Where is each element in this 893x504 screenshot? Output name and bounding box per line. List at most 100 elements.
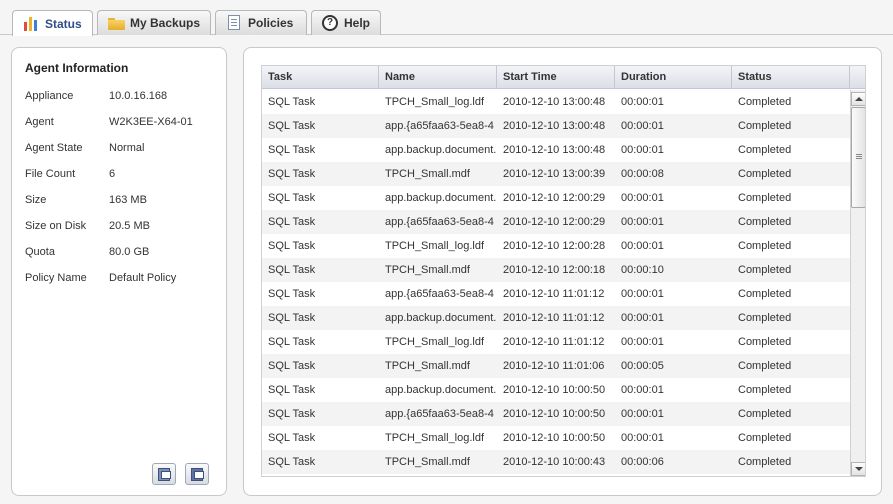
scroll-up-button[interactable] <box>851 92 865 106</box>
properties-button[interactable] <box>185 463 209 485</box>
cell-start-time: 2010-12-10 11:01:12 <box>503 336 605 348</box>
cell-task: SQL Task <box>268 408 316 420</box>
cell-status: Completed <box>738 456 792 468</box>
cell-task: SQL Task <box>268 312 316 324</box>
document-icon <box>226 15 242 31</box>
help-icon: ? <box>322 15 338 31</box>
table-row[interactable]: SQL Task app.backup.document. 2010-12-10 1… <box>262 186 850 210</box>
column-header-task[interactable]: Task <box>262 66 379 89</box>
cell-name: app.backup.document. <box>385 384 497 396</box>
column-header-start-time[interactable]: Start Time <box>497 66 615 89</box>
column-header-duration[interactable]: Duration <box>615 66 732 89</box>
table-row[interactable]: SQL Task TPCH_Small.mdf 2010-12-10 11:01:0… <box>262 354 850 378</box>
tab-help[interactable]: ? Help <box>311 10 381 35</box>
cell-start-time: 2010-12-10 10:00:43 <box>503 456 606 468</box>
cell-status: Completed <box>738 240 792 252</box>
cell-status: Completed <box>738 312 792 324</box>
cell-duration: 00:00:10 <box>621 264 664 276</box>
agent-info-value: 163 MB <box>109 194 147 206</box>
table-row[interactable]: SQL Task app.{a65faa63-5ea8-4 2010-12-10 1… <box>262 282 850 306</box>
cell-status: Completed <box>738 168 792 180</box>
cell-status: Completed <box>738 192 792 204</box>
cell-name: app.{a65faa63-5ea8-4 <box>385 216 494 228</box>
table-row[interactable]: SQL Task TPCH_Small.mdf 2010-12-10 12:00:1… <box>262 258 850 282</box>
tab-help-label: Help <box>344 16 371 30</box>
cell-name: app.{a65faa63-5ea8-4 <box>385 408 494 420</box>
agent-info-label: Appliance <box>25 90 74 102</box>
cell-name: app.backup.document. <box>385 312 497 324</box>
cell-duration: 00:00:01 <box>621 432 664 444</box>
cell-task: SQL Task <box>268 192 316 204</box>
cell-name: TPCH_Small_log.ldf <box>385 240 485 252</box>
cell-name: app.{a65faa63-5ea8-4 <box>385 288 494 300</box>
cell-task: SQL Task <box>268 120 316 132</box>
agent-info-value: 10.0.16.168 <box>109 90 168 102</box>
cell-name: TPCH_Small_log.ldf <box>385 432 485 444</box>
agent-info-value: W2K3EE-X64-01 <box>109 116 193 128</box>
cell-start-time: 2010-12-10 10:00:50 <box>503 408 606 420</box>
cell-name: app.backup.document. <box>385 192 497 204</box>
cell-status: Completed <box>738 408 792 420</box>
table-row[interactable]: SQL Task app.{a65faa63-5ea8-4 2010-12-10 1… <box>262 402 850 426</box>
agent-info-value: 20.5 MB <box>109 220 150 232</box>
cell-start-time: 2010-12-10 12:00:18 <box>503 264 606 276</box>
cell-duration: 00:00:01 <box>621 240 664 252</box>
cell-task: SQL Task <box>268 144 316 156</box>
agent-info-value: 80.0 GB <box>109 246 150 258</box>
agent-info-label: Quota <box>25 246 55 258</box>
table-row[interactable]: SQL Task TPCH_Small_log.ldf 2010-12-10 11:… <box>262 330 850 354</box>
cell-duration: 00:00:01 <box>621 144 664 156</box>
agent-info-label: Size <box>25 194 47 206</box>
cell-duration: 00:00:01 <box>621 120 664 132</box>
cell-duration: 00:00:06 <box>621 456 664 468</box>
cell-status: Completed <box>738 360 792 372</box>
cell-start-time: 2010-12-10 10:00:50 <box>503 432 606 444</box>
agent-info-label: Agent <box>25 116 54 128</box>
cell-duration: 00:00:01 <box>621 336 664 348</box>
cell-task: SQL Task <box>268 96 316 108</box>
task-history-panel: Task Name Start Time Duration Status SQL… <box>243 47 882 496</box>
cell-duration: 00:00:01 <box>621 408 664 420</box>
table-row[interactable]: SQL Task TPCH_Small.mdf 2010-12-10 13:00:3… <box>262 162 850 186</box>
cell-start-time: 2010-12-10 11:01:12 <box>503 312 605 324</box>
cell-task: SQL Task <box>268 216 316 228</box>
agent-info-value: Default Policy <box>109 272 177 284</box>
table-row[interactable]: SQL Task app.{a65faa63-5ea8-4 2010-12-10 1… <box>262 210 850 234</box>
cell-duration: 00:00:08 <box>621 168 664 180</box>
agent-info-label: Policy Name <box>25 272 87 284</box>
table-row[interactable]: SQL Task app.{a65faa63-5ea8-4 2010-12-10 1… <box>262 114 850 138</box>
grid-header: Task Name Start Time Duration Status <box>262 66 865 89</box>
scroll-down-button[interactable] <box>851 462 865 476</box>
cell-status: Completed <box>738 336 792 348</box>
tab-status[interactable]: Status <box>12 10 93 36</box>
tab-policies[interactable]: Policies <box>215 10 307 35</box>
cell-start-time: 2010-12-10 11:01:06 <box>503 360 605 372</box>
cell-status: Completed <box>738 216 792 228</box>
cell-start-time: 2010-12-10 12:00:28 <box>503 240 606 252</box>
table-row[interactable]: SQL Task app.backup.document. 2010-12-10 1… <box>262 138 850 162</box>
cell-task: SQL Task <box>268 240 316 252</box>
table-row[interactable]: SQL Task TPCH_Small_log.ldf 2010-12-10 12:… <box>262 234 850 258</box>
table-row[interactable]: SQL Task app.backup.document. 2010-12-10 1… <box>262 306 850 330</box>
cell-name: TPCH_Small_log.ldf <box>385 96 485 108</box>
cell-status: Completed <box>738 120 792 132</box>
cell-start-time: 2010-12-10 13:00:48 <box>503 120 606 132</box>
vertical-scrollbar[interactable] <box>850 90 865 476</box>
cell-task: SQL Task <box>268 384 316 396</box>
scroll-thumb[interactable] <box>851 107 865 208</box>
tab-status-label: Status <box>45 16 82 31</box>
cell-status: Completed <box>738 288 792 300</box>
table-row[interactable]: SQL Task TPCH_Small_log.ldf 2010-12-10 13:… <box>262 90 850 114</box>
column-header-status[interactable]: Status <box>732 66 850 89</box>
table-row[interactable]: SQL Task app.backup.document. 2010-12-10 1… <box>262 378 850 402</box>
restore-button[interactable] <box>152 463 176 485</box>
cell-task: SQL Task <box>268 288 316 300</box>
cell-name: TPCH_Small.mdf <box>385 360 470 372</box>
arrow-up-icon <box>855 97 863 101</box>
table-row[interactable]: SQL Task TPCH_Small.mdf 2010-12-10 10:00:4… <box>262 450 850 474</box>
cell-name: TPCH_Small.mdf <box>385 168 470 180</box>
column-header-name[interactable]: Name <box>379 66 497 89</box>
table-row[interactable]: SQL Task TPCH_Small_log.ldf 2010-12-10 10:… <box>262 426 850 450</box>
tab-my-backups[interactable]: My Backups <box>97 10 211 35</box>
cell-status: Completed <box>738 96 792 108</box>
